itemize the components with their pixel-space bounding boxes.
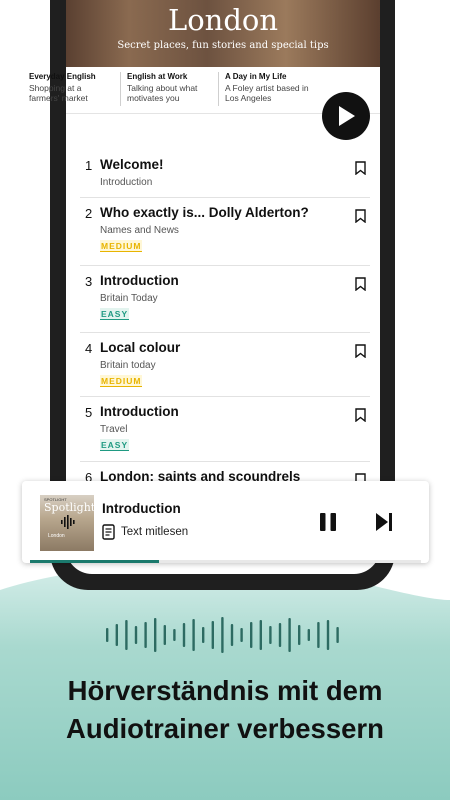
list-item[interactable]: 1 Welcome! Introduction [80,150,370,198]
episode-subtitle: Travel [100,424,128,435]
category-text: Shopping at a farmers' market [29,83,88,103]
headline: Hörverständnis mit dem Audiotrainer verb… [0,672,450,748]
audio-waveform-graphic [106,617,339,653]
read-along-link[interactable]: Text mitlesen [102,524,188,540]
waveform-bar [106,628,109,642]
waveform-bar [173,629,176,641]
waveform-bar [326,620,330,650]
waveform-bar [134,626,138,644]
list-item[interactable]: 3 Introduction Britain Today EASY [80,266,370,333]
episode-subtitle: Introduction [100,177,153,188]
episode-number: 3 [85,274,93,289]
waveform-bar [221,617,224,653]
episode-title: Welcome! [100,157,164,172]
headline-line-2: Audiotrainer verbessern [66,713,384,744]
list-item[interactable]: 4 Local colour Britain today MEDIUM [80,333,370,397]
episode-number: 5 [85,405,93,420]
waveform-bar [192,619,195,651]
waveform-bar [125,620,128,650]
mini-player[interactable]: SPOTLIGHT Spotlight London Introduction … [22,481,429,563]
waveform-bar [211,621,214,649]
category-row: Everyday English Shopping at a farmers' … [26,72,316,106]
episode-number: 2 [85,206,93,221]
episode-title: Local colour [100,340,181,355]
playback-progress[interactable] [30,560,421,563]
category-english-at-work[interactable]: English at Work Talking about what motiv… [120,72,218,106]
bookmark-icon[interactable] [355,161,366,175]
hero-banner: London Secret places, fun stories and sp… [66,0,380,67]
read-along-label: Text mitlesen [121,526,189,538]
category-heading: A Day in My Life [225,72,287,81]
play-icon [339,106,355,126]
episode-number: 4 [85,341,93,356]
episode-title: Introduction [100,404,179,419]
waveform-bar [269,626,272,644]
waveform-bar [182,623,186,647]
waveform-bar [230,624,234,646]
level-badge: MEDIUM [100,375,143,387]
album-cover: SPOTLIGHT Spotlight London [40,495,96,551]
episode-list: 1 Welcome! Introduction 2 Who exactly is… [80,150,370,492]
bookmark-icon[interactable] [355,408,366,422]
level-badge: EASY [100,439,130,451]
episode-subtitle: Britain today [100,360,156,371]
category-everyday-english[interactable]: Everyday English Shopping at a farmers' … [26,72,120,106]
category-text: Talking about what motivates you [127,83,198,103]
waveform-bar [259,620,262,650]
waveform-bar [154,618,157,652]
waveform-bar [278,623,282,647]
hero-subtitle: Secret places, fun stories and special t… [117,40,329,51]
progress-fill [30,560,160,563]
episode-title: Who exactly is... Dolly Alderton? [100,205,309,220]
level-badge: MEDIUM [100,240,143,252]
waveform-bar [298,625,301,645]
list-item[interactable]: 5 Introduction Travel EASY [80,397,370,462]
waveform-bar [317,622,320,648]
waveform-bar [336,627,339,643]
episode-subtitle: Names and News [100,225,179,236]
category-text: A Foley artist based in Los Angeles [225,83,309,103]
category-heading: English at Work [127,72,188,81]
bookmark-icon[interactable] [355,209,366,223]
waveform-bar [163,625,166,645]
headline-line-1: Hörverständnis mit dem [67,675,383,706]
waveform-bar [250,622,253,648]
hero-title: London [167,3,279,37]
bookmark-icon[interactable] [355,277,366,291]
episode-subtitle: Britain Today [100,293,158,304]
waveform-bar [307,629,310,641]
waveform-icon [61,515,75,529]
waveform-bar [115,624,118,646]
bookmark-icon[interactable] [355,344,366,358]
category-heading: Everyday English [29,72,96,81]
cover-subtitle: London [48,533,65,539]
waveform-bar [202,627,205,643]
play-all-button[interactable] [322,92,370,140]
waveform-bar [288,618,291,652]
episode-title: Introduction [100,273,179,288]
cover-title: Spotlight [44,501,96,514]
pause-icon[interactable] [318,511,338,533]
document-icon [102,524,115,540]
waveform-bar [144,622,147,648]
episode-number: 1 [85,158,93,173]
list-item[interactable]: 2 Who exactly is... Dolly Alderton? Name… [80,198,370,266]
waveform-bar [240,628,243,642]
category-day-in-my-life[interactable]: A Day in My Life A Foley artist based in… [218,72,316,106]
skip-next-icon[interactable] [374,511,394,533]
player-title: Introduction [102,501,181,516]
level-badge: EASY [100,308,130,320]
